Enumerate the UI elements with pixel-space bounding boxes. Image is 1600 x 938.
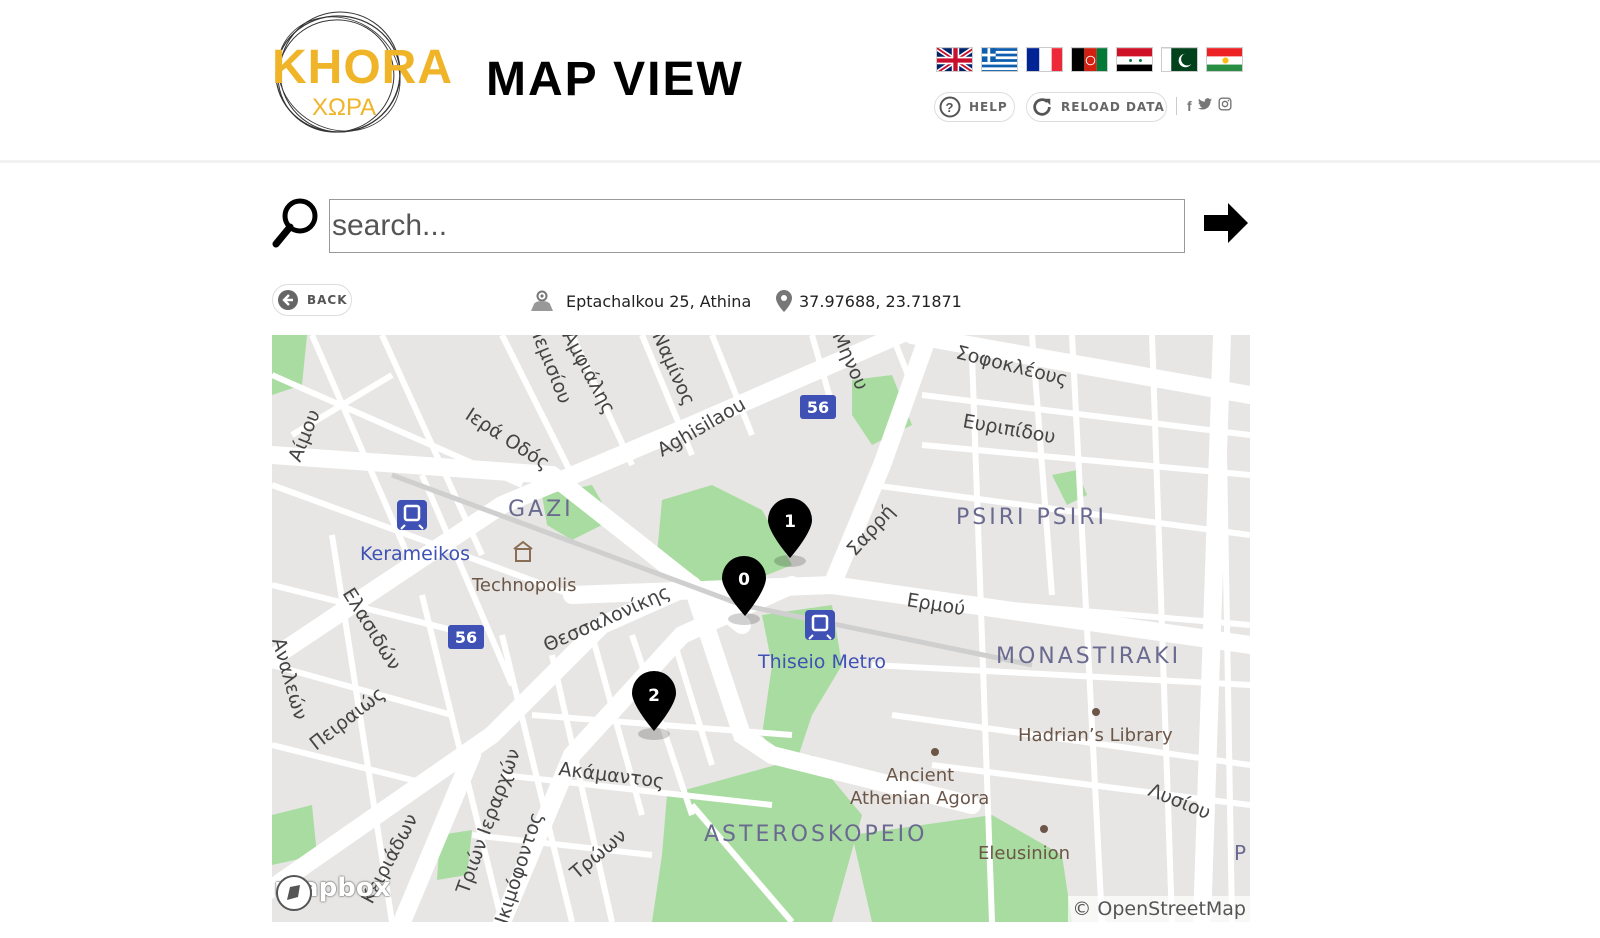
poi-dot-icon xyxy=(931,748,939,756)
marker-label: 1 xyxy=(784,512,796,532)
bus-route-badge: 56 xyxy=(800,395,836,419)
bus-route-number: 56 xyxy=(807,398,829,417)
station-label: Thiseio Metro xyxy=(757,651,886,673)
back-arrow-icon xyxy=(277,289,299,311)
syria-flag-icon[interactable] xyxy=(1116,47,1153,72)
station-label: Kerameikos xyxy=(360,543,470,565)
kurdistan-flag-icon[interactable] xyxy=(1206,47,1243,72)
uk-flag-icon[interactable] xyxy=(936,47,973,72)
poi-label: Ancient xyxy=(886,765,954,786)
back-button[interactable]: BACK xyxy=(272,284,352,316)
edge-label: P xyxy=(1234,841,1246,865)
logo-wordmark: KHORA xyxy=(272,41,453,94)
divider xyxy=(1176,97,1177,115)
khora-logo[interactable]: KHORA ΧΩΡΑ xyxy=(270,8,452,138)
search-submit-arrow-icon[interactable] xyxy=(1202,201,1250,245)
search-input[interactable] xyxy=(329,199,1185,253)
greece-flag-icon[interactable] xyxy=(981,47,1018,72)
person-pin-icon xyxy=(530,290,554,312)
poi-dot-icon xyxy=(1040,825,1048,833)
svg-text:?: ? xyxy=(946,100,955,115)
back-label: BACK xyxy=(307,293,348,307)
poi-label: Athenian Agora xyxy=(850,788,989,809)
district-label: GAZI xyxy=(508,497,574,522)
poi-label: Eleusinion xyxy=(978,843,1070,864)
district-label: MONASTIRAKI xyxy=(996,644,1181,669)
page-title: MAP VIEW xyxy=(486,53,744,106)
poi-label: Hadrian’s Library xyxy=(1018,725,1173,746)
district-label: PSIRI PSIRI xyxy=(956,505,1107,530)
address-text: Eptachalkou 25, Athina xyxy=(566,291,752,311)
address-info: Eptachalkou 25, Athina xyxy=(530,290,751,312)
reload-icon xyxy=(1031,96,1053,118)
map-canvas[interactable]: Σοφοκλέους Ευριπίδου Ιερά Οδός Aghisilao… xyxy=(272,335,1250,922)
twitter-icon[interactable] xyxy=(1197,98,1212,114)
bus-route-badge: 56 xyxy=(448,625,484,649)
site-header: KHORA ΧΩΡΑ MAP VIEW ? HELP RELOAD DATA f xyxy=(0,0,1600,163)
map-view[interactable]: Σοφοκλέους Ευριπίδου Ιερά Οδός Aghisilao… xyxy=(272,335,1250,922)
help-button[interactable]: ? HELP xyxy=(934,92,1015,122)
social-links: f xyxy=(1176,97,1232,115)
bus-route-number: 56 xyxy=(455,628,477,647)
reload-data-button[interactable]: RELOAD DATA xyxy=(1026,92,1167,122)
mapbox-icon xyxy=(276,875,312,911)
facebook-icon[interactable]: f xyxy=(1187,98,1192,114)
mapbox-logo[interactable]: mapbox xyxy=(274,873,391,911)
france-flag-icon[interactable] xyxy=(1026,47,1063,72)
logo-greek-wordmark: ΧΩΡΑ xyxy=(312,94,377,121)
reload-data-label: RELOAD DATA xyxy=(1061,100,1165,114)
map-pin-icon xyxy=(776,290,792,312)
language-flags xyxy=(936,47,1243,72)
marker-label: 2 xyxy=(648,686,660,706)
poi-dot-icon xyxy=(1092,708,1100,716)
search-bar xyxy=(270,196,1250,256)
afghanistan-flag-icon[interactable] xyxy=(1071,47,1108,72)
help-label: HELP xyxy=(969,100,1008,114)
marker-label: 0 xyxy=(738,570,750,590)
coordinates-info: 37.97688, 23.71871 xyxy=(776,290,962,312)
coordinates-text: 37.97688, 23.71871 xyxy=(799,291,962,311)
pakistan-flag-icon[interactable] xyxy=(1161,47,1198,72)
question-circle-icon: ? xyxy=(939,96,961,118)
osm-attribution[interactable]: © OpenStreetMap xyxy=(1068,896,1250,922)
search-icon[interactable] xyxy=(272,196,320,250)
poi-label: Technopolis xyxy=(471,575,577,596)
metro-station-icon xyxy=(805,610,835,640)
district-label: ASTEROSKOPEIO xyxy=(704,822,927,847)
instagram-icon[interactable] xyxy=(1218,97,1232,115)
metro-station-icon xyxy=(397,500,427,530)
